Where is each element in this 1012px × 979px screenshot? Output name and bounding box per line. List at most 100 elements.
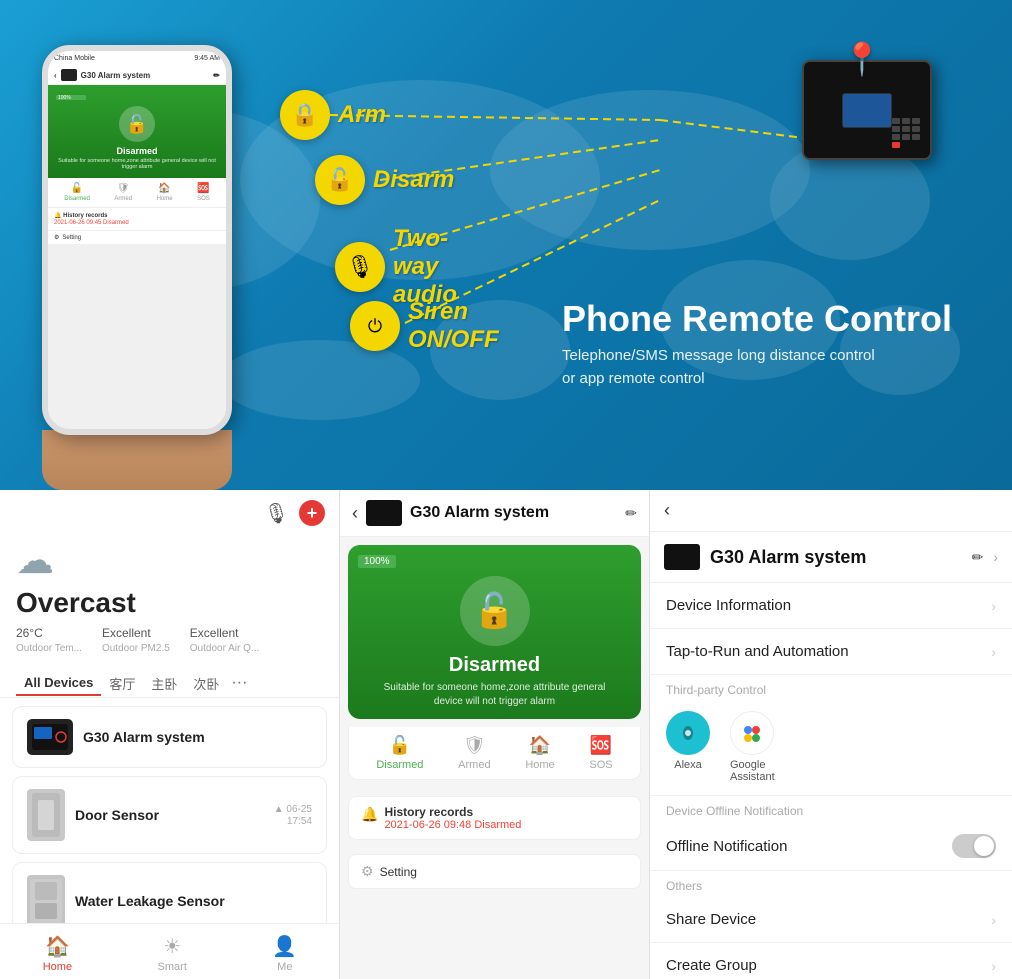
mp-mode-disarmed[interactable]: 🔓 Disarmed [376, 735, 423, 771]
rp-third-party-header: Third-party Control [650, 675, 1012, 701]
arm-icon: 🔒 [280, 90, 330, 140]
third-party-section: Alexa GoogleAssistant [650, 701, 1012, 796]
settings-icon: ⚙ [361, 863, 374, 880]
google-assistant-icon [739, 720, 765, 746]
air-detail: Excellent Outdoor Air Q... [190, 625, 259, 656]
rp-menu-item-device-info[interactable]: Device Information › [650, 583, 1012, 629]
mp-alarm-area: 100% 🔓 Disarmed Suitable for someone hom… [348, 545, 641, 719]
mp-header: ‹ G30 Alarm system ✏ [340, 490, 649, 537]
weather-section: ☁ Overcast 26°C Outdoor Tem... Excellent… [0, 526, 339, 664]
siren-icon: ⏻ [350, 301, 400, 351]
battery-indicator: 100% [56, 95, 86, 100]
weather-title: Overcast [16, 587, 323, 619]
audio-icon: 🎙 [335, 242, 385, 292]
weather-details: 26°C Outdoor Tem... Excellent Outdoor PM… [16, 625, 323, 656]
mp-device-thumb [366, 500, 402, 526]
mp-back-button[interactable]: ‹ [352, 503, 358, 524]
pm25-detail: Excellent Outdoor PM2.5 [102, 625, 170, 656]
door-sensor-info: Door Sensor [75, 807, 264, 823]
nav-smart[interactable]: ☀ Smart [158, 934, 187, 973]
rp-chevron-icon: › [993, 549, 998, 565]
device-card-door[interactable]: Door Sensor ▲ 06-25 17:54 [12, 776, 327, 854]
disarmed-mode-icon: 🔓 [389, 735, 411, 756]
mode-armed[interactable]: 🛡Armed [114, 183, 132, 202]
alarm-info: G30 Alarm system [83, 729, 312, 745]
right-panel: ‹ G30 Alarm system ✏ › Device Informatio… [650, 490, 1012, 979]
mp-history-content: History records 2021-06-26 09:48 Disarme… [384, 805, 628, 831]
rp-device-section: G30 Alarm system ✏ › [650, 532, 1012, 583]
mic-icon[interactable]: 🎙 [264, 501, 289, 526]
banner: 🔒 Arm 🔓 Disarm 🎙 Two-way audio ⏻ Siren O… [0, 0, 1012, 490]
siren-label: Siren ON/OFF [408, 298, 499, 354]
rp-menu-item-automation[interactable]: Tap-to-Run and Automation › [650, 629, 1012, 675]
water-sensor-name: Water Leakage Sensor [75, 893, 312, 909]
device-tabs: All Devices 客厅 主卧 次卧 ··· [0, 664, 339, 698]
google-icon [730, 711, 774, 755]
rp-menu-item-share[interactable]: Share Device › [650, 897, 1012, 943]
rp-edit-icon[interactable]: ✏ [972, 549, 984, 566]
rp-share-chevron: › [991, 912, 996, 928]
home-mode-icon: 🏠 [529, 735, 551, 756]
mode-home[interactable]: 🏠Home [157, 183, 173, 202]
location-pin-icon: 📍 [842, 40, 882, 78]
panels-container: 🎙 + ☁ Overcast 26°C Outdoor Tem... Excel… [0, 490, 1012, 979]
sos-mode-icon: 🆘 [590, 735, 612, 756]
rp-create-group-chevron: › [991, 958, 996, 974]
tab-living-room[interactable]: 客厅 [101, 670, 143, 697]
phone-screen: China Mobile 9:45 AM ‹ G30 Alarm system … [42, 45, 232, 435]
alexa-item[interactable]: Alexa [666, 711, 710, 783]
door-sensor-thumb [27, 789, 65, 841]
door-sensor-name: Door Sensor [75, 807, 264, 823]
audio-label: Two-way audio [393, 225, 457, 309]
tab-all-devices[interactable]: All Devices [16, 671, 101, 696]
mp-battery: 100% [358, 555, 396, 568]
google-assistant-item[interactable]: GoogleAssistant [730, 711, 775, 783]
mp-setting[interactable]: ⚙ Setting [348, 854, 641, 889]
armed-mode-icon: 🛡 [463, 735, 486, 756]
rp-share-label: Share Device [666, 911, 756, 928]
mp-modes: 🔓 Disarmed 🛡 Armed 🏠 Home 🆘 SOS [348, 727, 641, 780]
nav-home[interactable]: 🏠 Home [43, 934, 72, 973]
offline-toggle-switch[interactable] [952, 834, 996, 858]
rp-device-title: G30 Alarm system [710, 547, 962, 568]
rp-create-group-label: Create Group [666, 957, 757, 974]
disarm-icon: 🔓 [315, 155, 365, 205]
mode-sos[interactable]: 🆘SOS [197, 183, 210, 202]
mp-history[interactable]: 🔔 History records 2021-06-26 09:48 Disar… [348, 796, 641, 840]
mp-mode-armed[interactable]: 🛡 Armed [458, 735, 490, 771]
rp-back-button[interactable]: ‹ [664, 500, 670, 521]
alarm-name: G30 Alarm system [83, 729, 312, 745]
mp-status: Disarmed [449, 654, 540, 677]
mp-sub-text: Suitable for someone home,zone attribute… [358, 681, 631, 709]
phone-history: 🔔 History records 2021-06-26 09:45 Disar… [48, 208, 226, 230]
water-sensor-thumb [27, 875, 65, 927]
alexa-icon [666, 711, 710, 755]
home-nav-icon: 🏠 [45, 934, 70, 959]
google-assistant-label: GoogleAssistant [730, 759, 775, 783]
mode-disarmed[interactable]: 🔓Disarmed [64, 183, 90, 202]
tab-more-icon[interactable]: ··· [231, 674, 247, 692]
temp-detail: 26°C Outdoor Tem... [16, 625, 82, 656]
mp-edit-icon[interactable]: ✏ [625, 505, 637, 522]
mid-panel: ‹ G30 Alarm system ✏ 100% 🔓 Disarmed Sui… [340, 490, 650, 979]
tab-second-bedroom[interactable]: 次卧 [185, 670, 227, 697]
device-screen [842, 93, 892, 128]
remote-subtitle: Telephone/SMS message long distance cont… [562, 345, 952, 390]
rp-offline-header: Device Offline Notification [650, 796, 1012, 822]
offline-section: Device Offline Notification Offline Noti… [650, 796, 1012, 871]
nav-me[interactable]: 👤 Me [272, 934, 297, 973]
device-list: G30 Alarm system Door Sensor ▲ 06-25 17:… [0, 698, 339, 956]
add-button[interactable]: + [299, 500, 325, 526]
remote-title: Phone Remote Control [562, 299, 952, 339]
device-card-alarm[interactable]: G30 Alarm system [12, 706, 327, 768]
water-sensor-info: Water Leakage Sensor [75, 893, 312, 909]
phone-setting[interactable]: ⚙Setting [48, 230, 226, 244]
rp-menu-item-create-group[interactable]: Create Group › [650, 943, 1012, 979]
mp-history-detail: 2021-06-26 09:48 Disarmed [384, 819, 628, 831]
smart-nav-icon: ☀ [163, 934, 181, 959]
mp-mode-home[interactable]: 🏠 Home [525, 735, 554, 771]
alarm-device-thumb-icon [32, 724, 68, 750]
tab-master-bedroom[interactable]: 主卧 [143, 670, 185, 697]
rp-device-info-chevron: › [991, 598, 996, 614]
mp-mode-sos[interactable]: 🆘 SOS [589, 735, 612, 771]
